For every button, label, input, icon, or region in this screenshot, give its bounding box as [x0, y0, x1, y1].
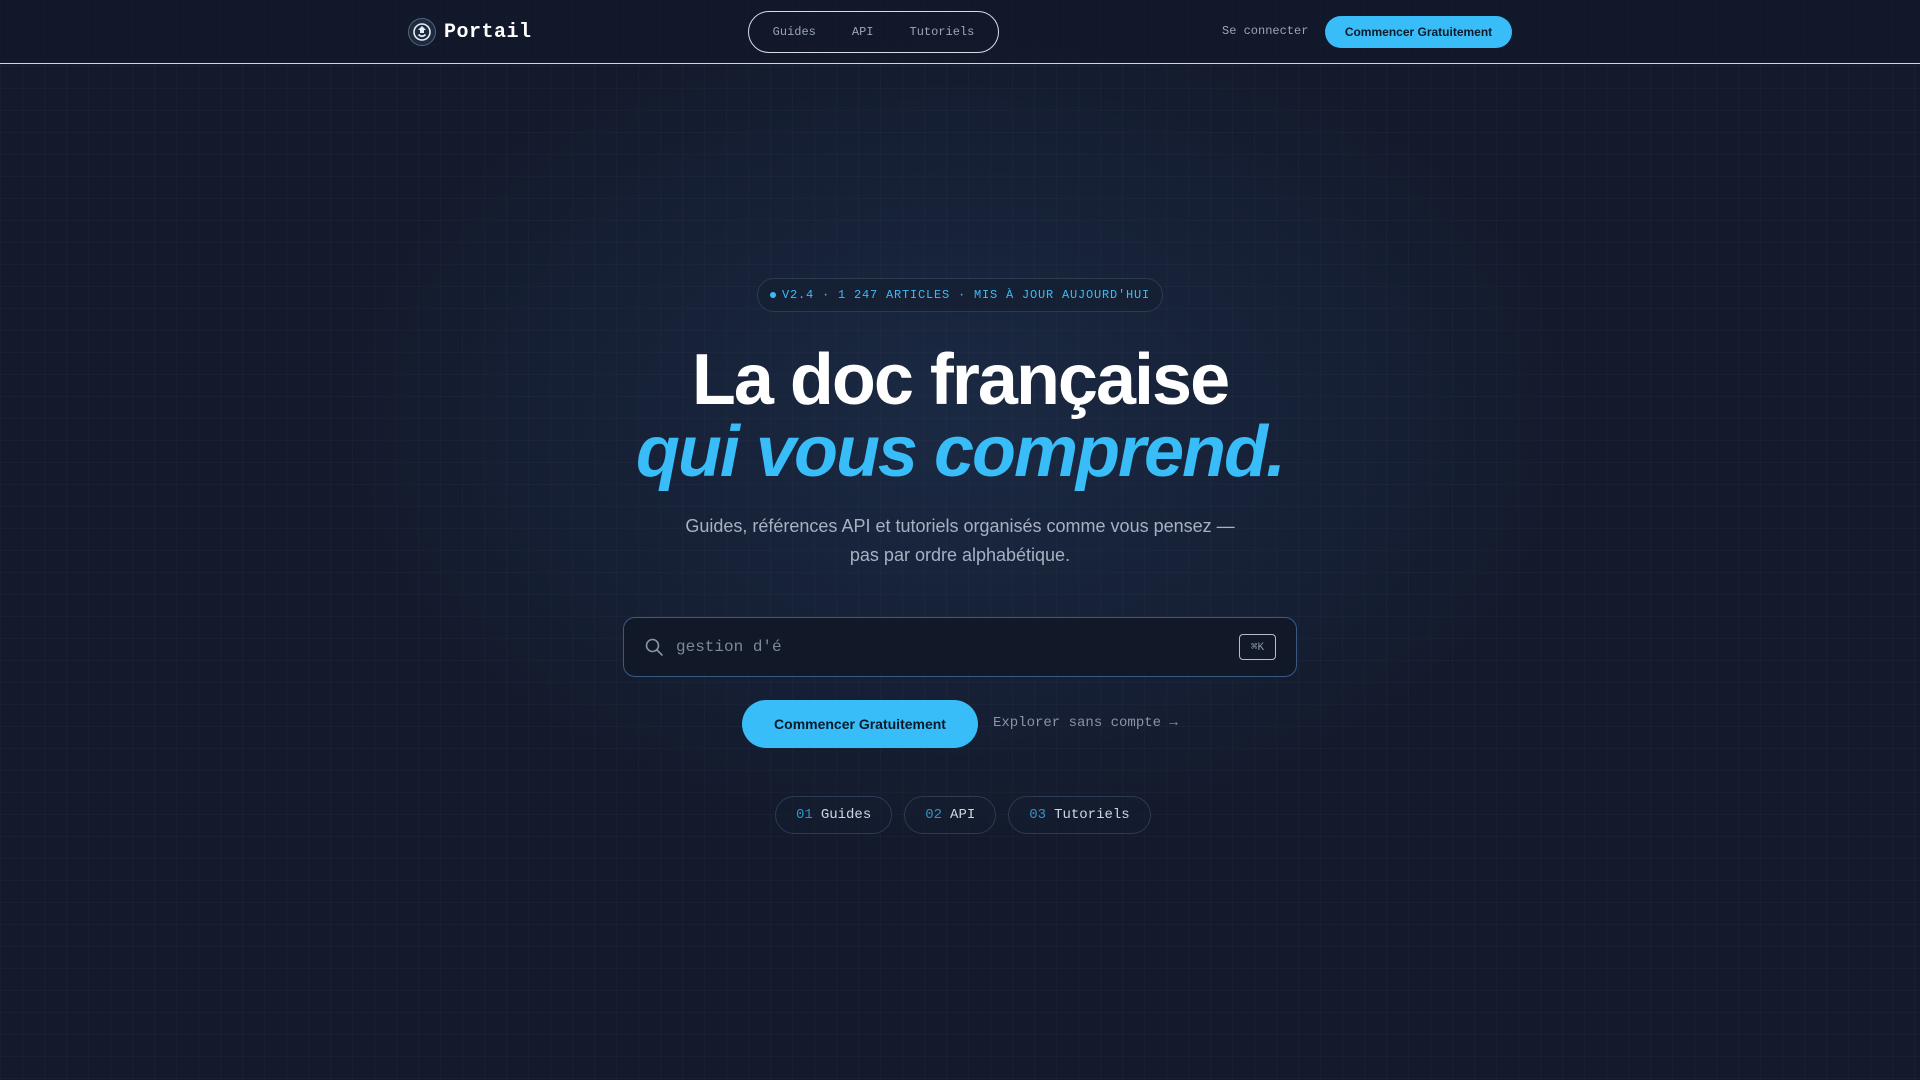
hero-subtitle: Guides, références API et tutoriels orga…	[660, 512, 1260, 570]
nav-link-tutoriels[interactable]: Tutoriels	[910, 25, 975, 39]
chip-guides[interactable]: 01 Guides	[775, 796, 893, 834]
version-badge: V2.4 · 1 247 ARTICLES · MIS À JOUR AUJOU…	[757, 278, 1163, 312]
chip-tutoriels[interactable]: 03 Tutoriels	[1008, 796, 1151, 834]
brand-name: Portail	[444, 20, 532, 44]
chip-number: 01	[796, 807, 813, 823]
chip-number: 03	[1029, 807, 1047, 823]
chip-label: Guides	[820, 807, 872, 823]
search-bar[interactable]: ⌘K	[623, 617, 1297, 677]
search-icon	[644, 637, 664, 657]
nav-link-guides[interactable]: Guides	[773, 25, 816, 39]
search-shortcut-badge: ⌘K	[1239, 634, 1276, 660]
chip-label: API	[950, 807, 976, 823]
login-link[interactable]: Se connecter	[1222, 24, 1308, 38]
version-badge-text: V2.4 · 1 247 ARTICLES · MIS À JOUR AUJOU…	[781, 288, 1151, 302]
main-nav: Guides API Tutoriels	[748, 11, 999, 53]
chip-api[interactable]: 02 API	[904, 796, 997, 834]
nav-link-api[interactable]: API	[852, 25, 874, 39]
header-start-free-button[interactable]: Commencer Gratuitement	[1325, 16, 1512, 48]
explore-without-account-link[interactable]: Explorer sans compte →	[993, 715, 1178, 731]
hero-title-line2: qui vous comprend.	[635, 412, 1286, 492]
top-navigation-bar: Portail Guides API Tutoriels Se connecte…	[0, 0, 1920, 64]
portal-logo-icon	[408, 18, 436, 46]
hero-start-free-button[interactable]: Commencer Gratuitement	[742, 700, 978, 748]
hero-subtitle-line2: pas par ordre alphabétique.	[849, 545, 1071, 565]
chip-number: 02	[925, 807, 943, 823]
search-input[interactable]	[676, 638, 1239, 656]
chip-label: Tutoriels	[1054, 807, 1130, 823]
status-dot-icon	[769, 292, 776, 298]
brand-link[interactable]: Portail	[408, 17, 532, 47]
hero-subtitle-line1: Guides, références API et tutoriels orga…	[685, 516, 1235, 536]
category-chips: 01 Guides 02 API 03 Tutoriels	[775, 796, 1151, 834]
